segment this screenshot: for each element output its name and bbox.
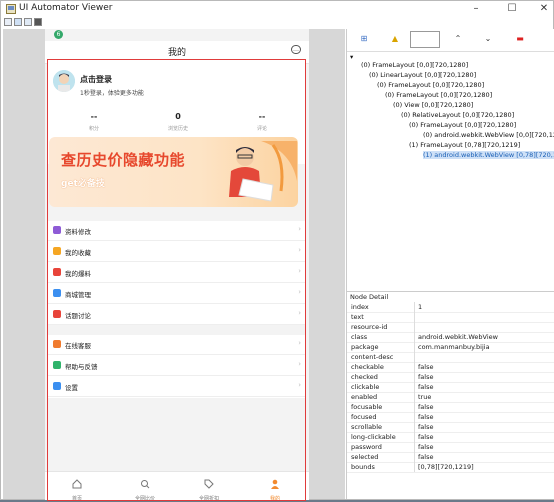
detail-key: content-desc bbox=[351, 353, 394, 361]
column-divider bbox=[414, 382, 415, 392]
detail-heading: Node Detail bbox=[350, 293, 389, 301]
tree-node[interactable]: (0) LinearLayout [0,0][720,1280] bbox=[369, 71, 476, 79]
tree-node[interactable]: (0) View [0,0][720,1280] bbox=[393, 101, 473, 109]
chevron-up-icon[interactable]: ⌃ bbox=[451, 34, 465, 43]
column-divider bbox=[414, 402, 415, 412]
hierarchy-tree[interactable]: ▾ (0) FrameLayout [0,0][720,1280] (0) Li… bbox=[347, 51, 554, 287]
hierarchy-toolbar: ⊞ ▲ ⌃ ⌄ ▬ bbox=[347, 29, 554, 52]
column-divider bbox=[414, 452, 415, 462]
detail-value: false bbox=[418, 433, 434, 441]
title-bar: UI Automator Viewer – ☐ ✕ bbox=[1, 1, 553, 17]
detail-value: 1 bbox=[418, 303, 423, 311]
detail-value: true bbox=[418, 393, 432, 401]
detail-key: clickable bbox=[351, 383, 380, 391]
column-divider bbox=[414, 392, 415, 402]
detail-key: scrollable bbox=[351, 423, 382, 431]
column-divider bbox=[414, 372, 415, 382]
tree-node[interactable]: (0) android.webkit.WebView [0,0][720,12 bbox=[423, 131, 554, 139]
detail-value: false bbox=[418, 403, 434, 411]
column-divider bbox=[414, 362, 415, 372]
status-bar: 6 bbox=[45, 29, 309, 41]
detail-key: selected bbox=[351, 453, 379, 461]
compressed-screenshot-icon[interactable] bbox=[24, 18, 32, 26]
window-title: UI Automator Viewer bbox=[19, 3, 113, 13]
detail-key: resource-id bbox=[351, 323, 388, 331]
detail-key: package bbox=[351, 343, 379, 351]
tree-node[interactable]: (0) FrameLayout [0,0][720,1280] bbox=[409, 121, 516, 129]
detail-row[interactable]: bounds [0,78][720,1219] bbox=[347, 462, 554, 473]
detail-key: index bbox=[351, 303, 369, 311]
phone-screen[interactable]: 6 我的 … 点击登录 1秒登录，体验更多功能 -- 积分 0 浏览历史 -- … bbox=[45, 29, 309, 502]
page-title: 我的 bbox=[167, 48, 186, 58]
main-toolbar bbox=[1, 17, 553, 29]
message-icon[interactable]: … bbox=[291, 45, 301, 54]
tree-node[interactable]: (1) FrameLayout [0,78][720,1219] bbox=[409, 141, 520, 149]
detail-key: bounds bbox=[351, 463, 375, 471]
detail-value: false bbox=[418, 413, 434, 421]
tree-node[interactable]: (0) RelativeLayout [0,0][720,1280] bbox=[401, 111, 514, 119]
inspector-panel: ⊞ ▲ ⌃ ⌄ ▬ ▾ (0) FrameLayout [0,0][720,12… bbox=[346, 29, 554, 499]
column-divider bbox=[414, 332, 415, 342]
detail-value: false bbox=[418, 383, 434, 391]
column-divider bbox=[414, 352, 415, 362]
column-divider bbox=[414, 322, 415, 332]
detail-key: long-clickable bbox=[351, 433, 396, 441]
column-divider bbox=[414, 442, 415, 452]
detail-key: checked bbox=[351, 373, 378, 381]
detail-value: com.manmanbuy.bijia bbox=[418, 343, 490, 351]
detail-key: focused bbox=[351, 413, 377, 421]
app-icon bbox=[6, 4, 16, 14]
node-filter-box[interactable] bbox=[410, 31, 440, 48]
node-detail-table: Node Detail index 1 text resource-id class an… bbox=[347, 291, 554, 500]
column-divider bbox=[414, 342, 415, 352]
detail-value: false bbox=[418, 363, 434, 371]
detail-key: checkable bbox=[351, 363, 384, 371]
column-divider bbox=[414, 422, 415, 432]
app-window: UI Automator Viewer – ☐ ✕ 6 我的 … 点击登录 1秒… bbox=[0, 0, 554, 502]
column-divider bbox=[414, 412, 415, 422]
detail-value: false bbox=[418, 423, 434, 431]
save-icon[interactable] bbox=[34, 18, 42, 26]
warning-icon[interactable]: ▲ bbox=[388, 34, 402, 43]
detail-value: false bbox=[418, 373, 434, 381]
column-divider bbox=[414, 312, 415, 322]
detail-value: false bbox=[418, 453, 434, 461]
device-screenshot-panel: 6 我的 … 点击登录 1秒登录，体验更多功能 -- 积分 0 浏览历史 -- … bbox=[3, 29, 345, 502]
close-button[interactable]: ✕ bbox=[533, 1, 554, 17]
expand-all-icon[interactable]: ⊞ bbox=[357, 34, 371, 43]
notification-badge: 6 bbox=[54, 30, 63, 39]
column-divider bbox=[414, 432, 415, 442]
chevron-down-icon[interactable]: ⌄ bbox=[481, 34, 495, 43]
detail-key: text bbox=[351, 313, 364, 321]
detail-value: [0,78][720,1219] bbox=[418, 463, 474, 471]
tree-node[interactable]: (0) FrameLayout [0,0][720,1280] bbox=[361, 61, 468, 69]
minimize-button[interactable]: – bbox=[465, 1, 487, 17]
column-divider bbox=[414, 302, 415, 312]
detail-key: focusable bbox=[351, 403, 383, 411]
screenshot-icon[interactable] bbox=[14, 18, 22, 26]
tree-node[interactable]: (0) FrameLayout [0,0][720,1280] bbox=[385, 91, 492, 99]
tree-expander-icon[interactable]: ▾ bbox=[350, 53, 353, 61]
tree-node-selected[interactable]: (1) android.webkit.WebView [0,78][720,1 bbox=[423, 151, 554, 159]
detail-key: class bbox=[351, 333, 368, 341]
detail-value: false bbox=[418, 443, 434, 451]
detail-key: password bbox=[351, 443, 382, 451]
open-icon[interactable] bbox=[4, 18, 12, 26]
detail-value: android.webkit.WebView bbox=[418, 333, 498, 341]
detail-key: enabled bbox=[351, 393, 378, 401]
column-divider bbox=[414, 462, 415, 472]
maximize-button[interactable]: ☐ bbox=[501, 1, 523, 17]
selected-node-highlight bbox=[47, 59, 306, 501]
clear-icon[interactable]: ▬ bbox=[513, 34, 527, 43]
tree-node[interactable]: (0) FrameLayout [0,0][720,1280] bbox=[377, 81, 484, 89]
